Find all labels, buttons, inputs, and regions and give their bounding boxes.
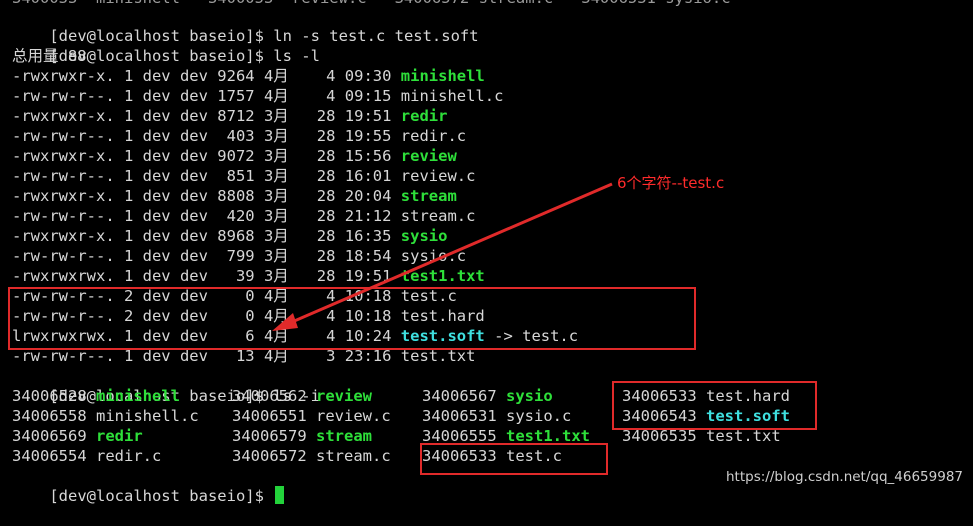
file-meta: -rwxrwxrwx. 1 dev dev 39 3月 28 19:51: [12, 267, 401, 285]
file-name: review.c: [400, 167, 476, 185]
highlight-box-inode-testc: [420, 443, 608, 475]
inode-file-name: stream.c: [316, 447, 391, 465]
annotation-label: 6个字符--test.c: [617, 174, 725, 192]
listing-row: -rw-rw-r--. 1 dev dev 1757 4月 4 09:15 mi…: [12, 86, 503, 106]
inode-number: 34006528: [12, 387, 87, 405]
inode-file-name: minishell: [96, 387, 180, 405]
watermark: https://blog.csdn.net/qq_46659987: [725, 469, 963, 485]
inode-file-name: stream: [316, 427, 372, 445]
inode-file-name: review.c: [316, 407, 391, 425]
file-meta: -rw-rw-r--. 1 dev dev 420 3月 28 21:12: [12, 207, 401, 225]
listing-row: -rwxrwxr-x. 1 dev dev 8712 3月 28 19:51 r…: [12, 106, 447, 126]
file-meta: -rwxrwxr-x. 1 dev dev 8808 3月 28 20:04: [12, 187, 401, 205]
file-meta: -rw-rw-r--. 1 dev dev 799 3月 28 18:54: [12, 247, 401, 265]
inode-entry: 34006528 minishell: [12, 386, 180, 406]
listing-row: -rwxrwxr-x. 1 dev dev 9072 3月 28 15:56 r…: [12, 146, 457, 166]
listing-row: -rwxrwxr-x. 1 dev dev 9264 4月 4 09:30 mi…: [12, 66, 485, 86]
file-meta: -rwxrwxr-x. 1 dev dev 8968 3月 28 16:35: [12, 227, 401, 245]
file-meta: -rw-rw-r--. 1 dev dev 851 3月 28 16:01: [12, 167, 401, 185]
file-meta: -rw-rw-r--. 1 dev dev 403 3月 28 19:55: [12, 127, 401, 145]
terminal-window[interactable]: 3400033 minishell 3400053 review.c 34006…: [0, 0, 973, 505]
inode-entry: 34006569 redir: [12, 426, 143, 446]
listing-row: -rw-rw-r--. 1 dev dev 420 3月 28 21:12 st…: [12, 206, 475, 226]
command-text: ls -l: [273, 47, 320, 65]
command-line-ls-i: [dev@localhost baseio]$ ls -i: [12, 366, 320, 405]
inode-file-name: sysio: [506, 387, 553, 405]
file-name: redir: [400, 107, 448, 125]
file-name: sysio: [400, 227, 448, 245]
file-name: stream: [400, 187, 457, 205]
inode-entry: 34006531 sysio.c: [422, 406, 571, 426]
highlight-box-links: [8, 287, 696, 350]
inode-entry: 34006554 redir.c: [12, 446, 161, 466]
highlight-box-inodes-right: [612, 381, 817, 430]
inode-number: 34006551: [232, 407, 307, 425]
inode-number: 34006579: [232, 427, 307, 445]
file-meta: -rw-rw-r--. 1 dev dev 1757 4月 4 09:15: [12, 87, 401, 105]
inode-number: 34006572: [232, 447, 307, 465]
text-cursor: [275, 486, 285, 504]
command-line-ln: [dev@localhost baseio]$ ln -s test.c tes…: [12, 6, 478, 45]
inode-number: 34006562: [232, 387, 307, 405]
file-meta: -rwxrwxr-x. 1 dev dev 9072 3月 28 15:56: [12, 147, 401, 165]
listing-row: -rw-rw-r--. 1 dev dev 851 3月 28 16:01 re…: [12, 166, 475, 186]
command-line-ls-l: [dev@localhost baseio]$ ls -l: [12, 26, 320, 65]
file-name: minishell: [400, 67, 485, 85]
file-name: stream.c: [400, 207, 476, 225]
inode-entry: 34006562 review: [232, 386, 372, 406]
inode-file-name: redir: [96, 427, 143, 445]
file-name: sysio.c: [400, 247, 467, 265]
file-name: redir.c: [400, 127, 467, 145]
inode-entry: 34006567 sysio: [422, 386, 553, 406]
inode-file-name: review: [316, 387, 372, 405]
inode-number: 34006569: [12, 427, 87, 445]
listing-row: -rw-rw-r--. 1 dev dev 403 3月 28 19:55 re…: [12, 126, 466, 146]
inode-number: 34006558: [12, 407, 87, 425]
listing-row: -rwxrwxrwx. 1 dev dev 39 3月 28 19:51 tes…: [12, 266, 485, 286]
inode-entry: 34006572 stream.c: [232, 446, 391, 466]
file-name: test1.txt: [400, 267, 485, 285]
listing-row: -rwxrwxr-x. 1 dev dev 8968 3月 28 16:35 s…: [12, 226, 447, 246]
file-meta: -rwxrwxr-x. 1 dev dev 9264 4月 4 09:30: [12, 67, 401, 85]
inode-file-name: redir.c: [96, 447, 162, 465]
inode-entry: 34006551 review.c: [232, 406, 391, 426]
inode-number: 34006567: [422, 387, 497, 405]
file-name: minishell.c: [400, 87, 504, 105]
listing-row: -rw-rw-r--. 1 dev dev 799 3月 28 18:54 sy…: [12, 246, 466, 266]
inode-file-name: minishell.c: [96, 407, 199, 425]
inode-entry: 34006579 stream: [232, 426, 372, 446]
file-meta: -rwxrwxr-x. 1 dev dev 8712 3月 28 19:51: [12, 107, 401, 125]
inode-number: 34006531: [422, 407, 497, 425]
active-command-line[interactable]: [dev@localhost baseio]$: [12, 466, 285, 505]
shell-prompt: [dev@localhost baseio]$: [49, 487, 274, 505]
inode-entry: 34006558 minishell.c: [12, 406, 199, 426]
total-line: 总用量 88: [12, 47, 87, 65]
listing-row: -rwxrwxr-x. 1 dev dev 8808 3月 28 20:04 s…: [12, 186, 457, 206]
inode-number: 34006554: [12, 447, 87, 465]
inode-file-name: sysio.c: [506, 407, 572, 425]
file-name: review: [400, 147, 457, 165]
